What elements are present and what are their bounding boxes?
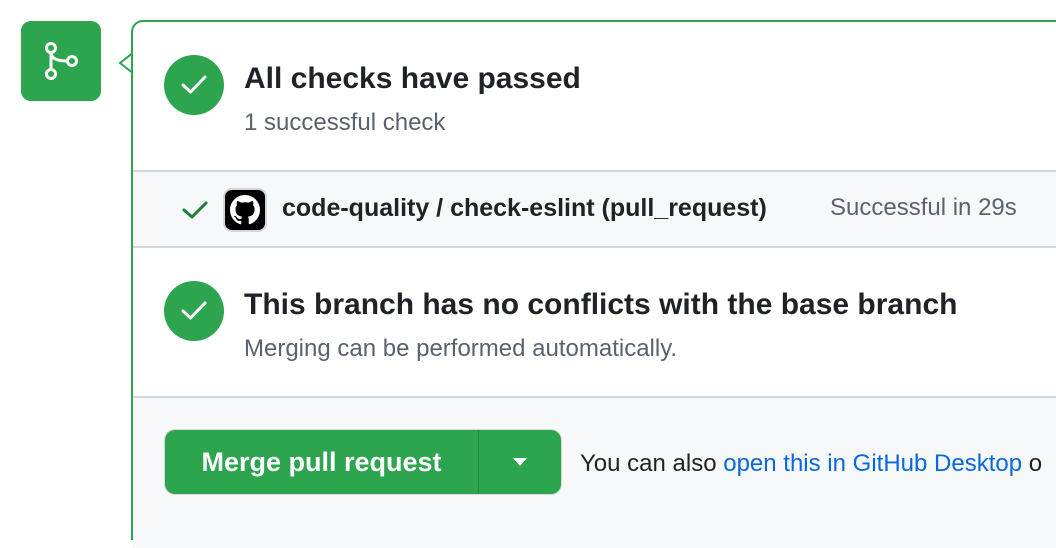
merge-method-dropdown-button[interactable] [479, 430, 561, 494]
merge-status-badge [21, 21, 101, 101]
conflicts-title: This branch has no conflicts with the ba… [244, 288, 958, 321]
check-status: Successful in 29s [830, 194, 1017, 221]
open-github-desktop-link[interactable]: open this in GitHub Desktop [723, 450, 1022, 477]
merge-actions-area: Merge pull request You can also open thi… [133, 398, 1056, 548]
merge-button-group: Merge pull request [165, 430, 561, 494]
github-logo-icon [230, 195, 260, 225]
check-name[interactable]: code-quality / check-eslint (pull_reques… [282, 194, 767, 223]
alternative-merge-text: You can also open this in GitHub Desktop… [580, 450, 1042, 478]
checks-title: All checks have passed [244, 62, 581, 95]
triangle-down-icon [513, 458, 527, 466]
github-actions-avatar [223, 188, 267, 232]
git-merge-icon [45, 42, 78, 80]
check-icon [182, 201, 208, 219]
checks-status-circle [164, 55, 224, 115]
conflicts-subtitle: Merging can be performed automatically. [244, 335, 678, 362]
merge-pull-request-button[interactable]: Merge pull request [165, 430, 479, 494]
checks-summary-section: All checks have passed 1 successful chec… [133, 22, 1056, 172]
conflicts-status-circle [164, 281, 224, 341]
check-icon [181, 301, 207, 320]
merge-box: All checks have passed 1 successful chec… [131, 20, 1056, 548]
checks-subtitle: 1 successful check [244, 109, 446, 136]
conflicts-section: This branch has no conflicts with the ba… [133, 248, 1056, 398]
also-suffix: o [1022, 450, 1043, 477]
check-icon [181, 75, 207, 94]
also-prefix: You can also [580, 450, 724, 477]
check-item-row[interactable]: code-quality / check-eslint (pull_reques… [133, 172, 1056, 248]
